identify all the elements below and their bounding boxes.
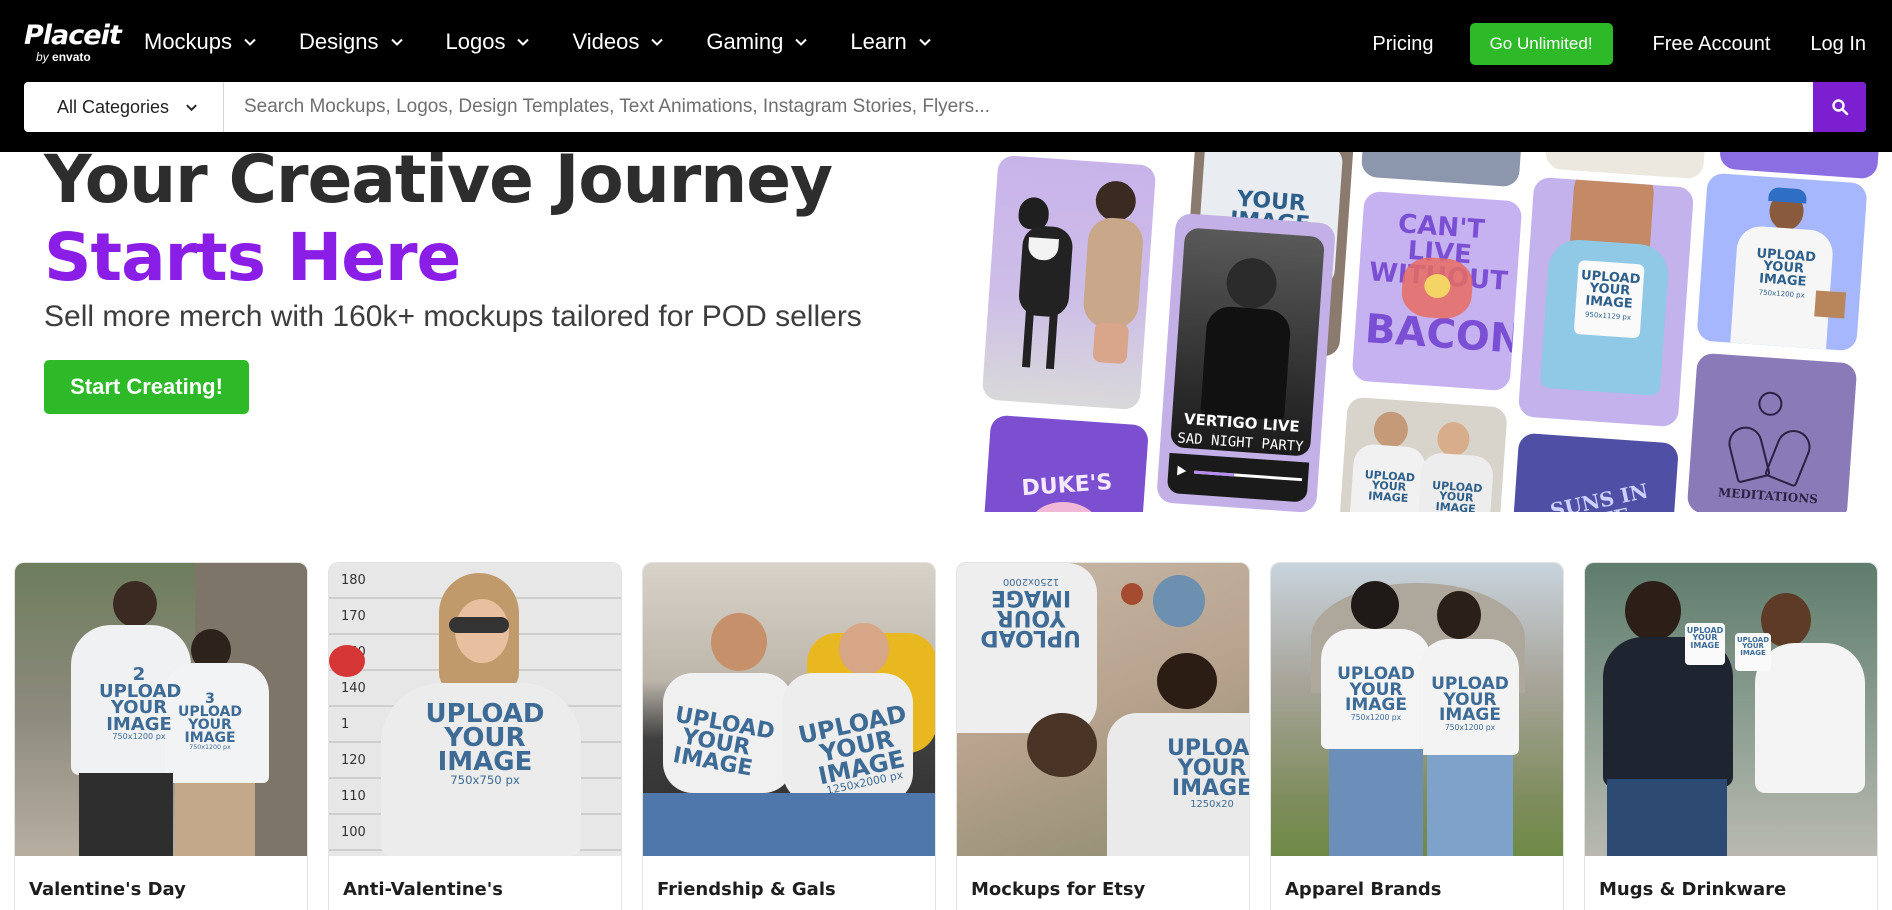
card-title: Anti-Valentine's [343,879,503,900]
category-dropdown[interactable]: All Categories [24,82,224,132]
card-title: Valentine's Day [29,879,186,900]
card-title: Mockups for Etsy [971,879,1146,900]
category-card-anti-valentines[interactable]: 1801701601401120110100 UPLOADYOURIMAGE75… [328,562,622,910]
collage-tile-cosmos: SUNS IN LIFE [1508,432,1680,512]
chevron-down-icon [918,38,931,46]
card-print-text: UPLOAD YOUR IMAGE 750x750 px [425,699,545,787]
collage-tile-couple-hoodies: UPLOAD YOUR IMAGE UPLOAD YOUR IMAGE [1336,396,1508,512]
free-account-link[interactable]: Free Account [1653,33,1771,56]
search-bar: All Categories [24,82,1866,132]
card-print-text: UPLOAD YOUR IMAGE 1250x2000 [980,576,1081,650]
logo-wordmark: Placeit [24,20,122,51]
collage-tile-mug-woman: UPLOAD YOUR IMAGE 950x1129 px [1517,176,1695,428]
nav-item-designs[interactable]: Designs [299,29,403,55]
card-image: 2 UPLOAD YOUR IMAGE 750x1200 px 3 UPLOAD YOUR I… [15,563,307,856]
card-title: Mugs & Drinkware [1599,879,1787,900]
card-print-text: UPLOAD YOUR IMAGE [1686,626,1724,650]
logo-byline: by envato [36,50,91,64]
card-title: Apparel Brands [1285,879,1442,900]
nav-item-label: Learn [850,29,907,54]
search-icon [1831,99,1848,116]
nav-item-label: Videos [572,29,640,54]
category-cards: 2 UPLOAD YOUR IMAGE 750x1200 px 3 UPLOAD YOUR I… [14,562,1892,910]
chevron-down-icon [244,38,256,46]
card-image: 1801701601401120110100 UPLOADYOURIMAGE75… [329,563,621,856]
card-print-text: 3 UPLOAD YOUR IMAGE 750x1200 px [177,691,243,751]
meditations-label: MEDITATIONS [1717,485,1819,507]
card-print-text: UPLOAD YOUR IMAGE 750x1200 px [1337,664,1415,722]
search-button[interactable] [1813,82,1866,132]
nav-item-label: Designs [299,29,379,54]
login-link[interactable]: Log In [1810,33,1866,56]
account-actions: Pricing Go Unlimited! Free Account Log I… [1372,23,1866,65]
chevron-down-icon [795,38,808,46]
collage-tile-vertigo-video: VERTIGO LIVE SAD NIGHT PARTY [1156,212,1336,512]
top-navigation: Placeit by envato Mockups Designs Logos … [0,0,1892,152]
card-print-text: UPLOADYOURIMAGE1250x20 [1167,736,1250,810]
collage-tile-slate [1360,152,1526,188]
height-chart-labels: 1801701601401120110100 [341,573,366,840]
category-card-mugs[interactable]: UPLOAD YOUR IMAGE UPLOAD YOUR IMAGE Mugs & D… [1584,562,1878,910]
main-menu: Mockups Designs Logos Videos Gaming Lear… [144,29,974,55]
chevron-down-icon [390,38,403,46]
category-card-etsy[interactable]: UPLOADYOURIMAGE1250x2000 UPLOADYOURIMAGE… [956,562,1250,910]
search-input[interactable] [224,82,1813,132]
pricing-link[interactable]: Pricing [1372,33,1433,56]
card-image: UPLOAD YOUR IMAGE 750x1200 px UPLOAD YOUR IMA… [1271,563,1563,856]
collage-tile-delivery-man: UPLOAD YOUR IMAGE 750x1200 px [1696,172,1868,352]
category-dropdown-value: All Categories [57,96,170,117]
collage-tile-meditations: MEDITATIONS [1686,352,1858,512]
hero-collage: DUKE'S YOURIMAGE750x1200 px VERTIGO LIVE… [980,152,1892,512]
nav-item-logos[interactable]: Logos [446,29,531,55]
card-print-text: UPLOAD YOUR IMAGE [670,702,777,782]
nav-item-gaming[interactable]: Gaming [706,29,808,55]
nav-item-mockups[interactable]: Mockups [144,29,257,55]
collage-tile-bacon: CAN'T LIVE WITHOUT BACON [1351,190,1523,392]
card-image: UPLOAD YOUR IMAGE UPLOAD YOUR IMAGE [1585,563,1877,856]
card-title: Friendship & Gals [657,879,836,900]
dukes-label: DUKE'S [1020,469,1114,502]
nav-item-label: Logos [445,29,506,54]
category-card-apparel[interactable]: UPLOAD YOUR IMAGE 750x1200 px UPLOAD YOUR IMA… [1270,562,1564,910]
chevron-down-icon [186,104,197,111]
card-print-text: UPLOAD YOUR IMAGE [1736,636,1770,657]
hero-title-line2: Starts Here [44,219,461,296]
chevron-down-icon [517,38,530,46]
collage-tile-dukes: DUKE'S [980,414,1150,512]
card-print-text: 2 UPLOAD YOUR IMAGE 750x1200 px [99,664,182,742]
category-card-valentines[interactable]: 2 UPLOAD YOUR IMAGE 750x1200 px 3 UPLOAD YOUR I… [14,562,308,910]
play-icon [1176,465,1187,476]
placeit-logo[interactable]: Placeit by envato [24,20,122,64]
hero-subtitle: Sell more merch with 160k+ mockups tailo… [44,300,862,333]
card-image: UPLOADYOURIMAGE1250x2000 UPLOADYOURIMAGE… [957,563,1250,856]
collage-upload-text: UPLOAD YOUR IMAGE [1364,467,1416,505]
cosmos-label: SUNS IN LIFE [1548,478,1651,512]
card-print-text: UPLOAD YOUR IMAGE 750x1200 px [1431,674,1509,732]
chevron-down-icon [651,38,664,46]
collage-upload-text: UPLOAD YOUR IMAGE 950x1129 px [1580,268,1641,322]
nav-item-learn[interactable]: Learn [850,29,931,55]
nav-item-videos[interactable]: Videos [572,29,664,55]
card-image: UPLOAD YOUR IMAGE UPLOAD YOUR IMAGE 1250x2000… [643,563,935,856]
category-card-friendship[interactable]: UPLOAD YOUR IMAGE UPLOAD YOUR IMAGE 1250x2000… [642,562,936,910]
collage-upload-text: UPLOAD YOUR IMAGE [1431,478,1483,512]
hero-title-line1: Your Creative Journey [44,141,833,218]
start-creating-button[interactable]: Start Creating! [44,360,249,414]
nav-item-label: Gaming [706,29,784,54]
go-unlimited-button[interactable]: Go Unlimited! [1469,23,1613,65]
collage-tile-dog-owner [981,154,1157,411]
nav-item-label: Mockups [144,29,233,54]
collage-tile-beige [1544,152,1710,180]
collage-upload-text: UPLOAD YOUR IMAGE 750x1200 px [1755,246,1817,300]
